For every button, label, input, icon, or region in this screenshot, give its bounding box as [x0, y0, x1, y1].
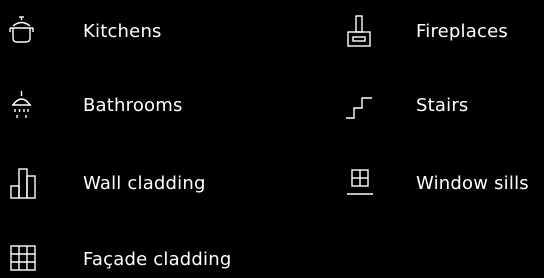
application-list: Kitchens Bathrooms Wall cladding Façade …	[0, 0, 544, 272]
facade-grid-icon	[8, 242, 40, 278]
list-item-bathrooms[interactable]: Bathrooms	[8, 88, 183, 124]
cooking-pot-icon	[8, 14, 40, 50]
list-item-label: Kitchens	[83, 21, 162, 42]
list-item-label: Fireplaces	[416, 21, 508, 42]
list-item-label: Façade cladding	[83, 249, 232, 270]
wall-cladding-icon	[8, 166, 40, 202]
list-item-fireplaces[interactable]: Fireplaces	[344, 14, 508, 50]
list-item-kitchens[interactable]: Kitchens	[8, 14, 162, 50]
list-item-label: Bathrooms	[83, 95, 183, 116]
shower-icon	[8, 88, 40, 124]
fireplace-icon	[344, 14, 376, 50]
list-item-label: Wall cladding	[83, 173, 206, 194]
list-item-facade-cladding[interactable]: Façade cladding	[8, 242, 232, 278]
stairs-icon	[344, 88, 376, 124]
window-sill-icon	[344, 166, 376, 202]
list-item-label: Window sills	[416, 173, 529, 194]
list-item-window-sills[interactable]: Window sills	[344, 166, 529, 202]
list-item-wall-cladding[interactable]: Wall cladding	[8, 166, 206, 202]
list-item-stairs[interactable]: Stairs	[344, 88, 469, 124]
list-item-label: Stairs	[416, 95, 469, 116]
